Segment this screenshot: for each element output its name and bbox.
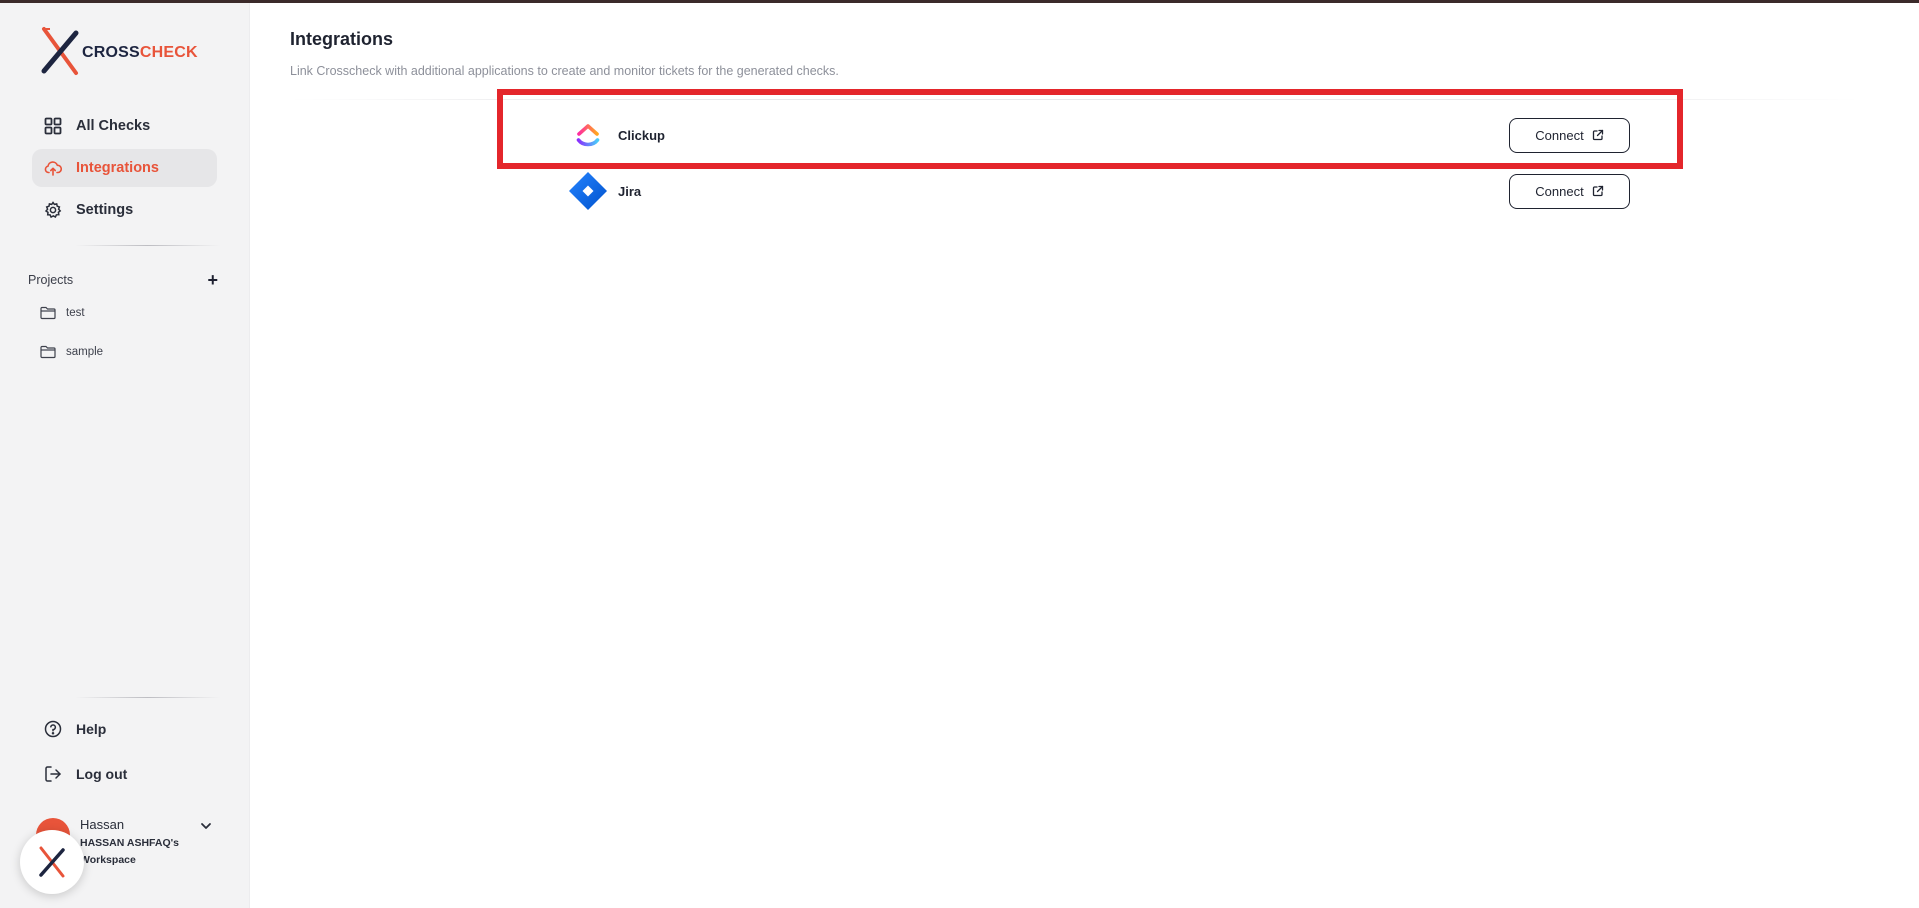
main-nav: All Checks Integrations Settings (32, 107, 217, 233)
projects-heading: Projects (28, 273, 74, 287)
jira-logo-icon (569, 172, 607, 210)
project-item-sample[interactable]: sample (40, 345, 103, 359)
folder-icon (40, 345, 56, 359)
nav-item-logout[interactable]: Log out (32, 755, 217, 793)
sidebar: CROSSCHECK All Checks Integrations Setti… (0, 3, 250, 908)
connect-button-label: Connect (1535, 183, 1584, 199)
nav-item-all-checks[interactable]: All Checks (32, 107, 217, 145)
nav-item-help[interactable]: Help (32, 710, 217, 748)
brand-name-part2: CHECK (139, 44, 198, 61)
nav-item-label: Integrations (76, 160, 159, 176)
crosscheck-logo-icon (39, 846, 65, 878)
help-circle-icon (44, 720, 62, 738)
chevron-down-icon[interactable] (199, 819, 213, 833)
nav-item-label: Help (76, 721, 107, 737)
nav-item-integrations[interactable]: Integrations (32, 149, 217, 187)
brand-logo[interactable]: CROSSCHECK (40, 25, 198, 77)
workspace-name: HASSAN ASHFAQ's Workspace (80, 837, 179, 866)
logout-icon (45, 766, 61, 782)
integration-row-jira: Jira Connect (552, 171, 1630, 211)
add-project-button[interactable]: + (207, 271, 218, 289)
sidebar-divider (75, 245, 220, 246)
user-name: Hassan (80, 817, 125, 832)
project-label: sample (66, 346, 104, 358)
nav-item-label: All Checks (76, 118, 151, 134)
nav-item-settings[interactable]: Settings (32, 191, 217, 229)
crosscheck-launcher-button[interactable] (20, 830, 84, 894)
project-label: test (66, 307, 85, 319)
page-subtitle: Link Crosscheck with additional applicat… (290, 64, 839, 78)
folder-icon (40, 306, 56, 320)
grid-icon (44, 117, 62, 135)
sidebar-divider (75, 697, 220, 698)
cloud-upload-icon (44, 161, 62, 176)
bottom-nav: Help Log out (32, 710, 217, 800)
highlight-box (497, 89, 1683, 169)
nav-item-label: Log out (76, 766, 128, 782)
page-title: Integrations (290, 29, 394, 49)
jira-logo (566, 171, 610, 211)
brand-name-part1: CROSS (82, 44, 140, 61)
connect-jira-button[interactable]: Connect (1509, 173, 1630, 209)
brand-name: CROSSCHECK (82, 44, 198, 62)
projects-header: Projects + (28, 271, 218, 289)
crosscheck-logo-icon (41, 27, 79, 75)
integration-name: Jira (618, 183, 642, 199)
project-item-test[interactable]: test (40, 306, 85, 320)
gear-icon (44, 201, 62, 219)
nav-item-label: Settings (76, 202, 134, 218)
external-link-icon (1592, 185, 1603, 197)
